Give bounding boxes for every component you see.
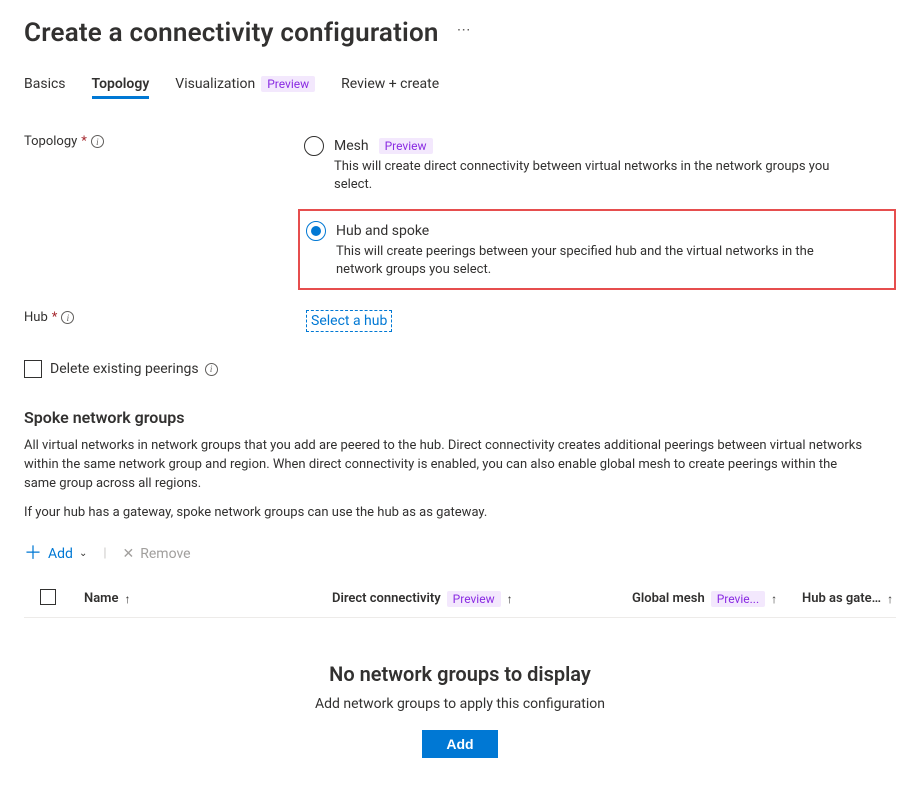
tab-topology[interactable]: Topology <box>92 76 150 98</box>
preview-badge: Preview <box>447 591 501 607</box>
tab-basics[interactable]: Basics <box>24 76 66 98</box>
preview-badge: Preview <box>379 138 433 154</box>
sort-arrow-icon: ↑ <box>507 592 513 606</box>
page-title: Create a connectivity configuration <box>24 18 439 48</box>
preview-badge: Previe... <box>711 591 765 607</box>
sort-arrow-icon: ↑ <box>124 592 130 606</box>
info-icon[interactable]: i <box>91 135 104 148</box>
radio-option-hub-spoke[interactable]: Hub and spoke This will create peerings … <box>298 209 896 290</box>
table-toolbar: ＋ Add ⌄ | ✕ Remove <box>24 545 896 563</box>
sort-arrow-icon: ↑ <box>887 592 893 606</box>
column-dc-label: Direct connectivity <box>332 591 441 606</box>
required-marker: * <box>52 310 58 325</box>
remove-button[interactable]: ✕ Remove <box>123 546 191 562</box>
empty-state-title: No network groups to display <box>24 662 896 686</box>
column-hg-label: Hub as gate… <box>802 591 881 606</box>
required-marker: * <box>81 134 87 149</box>
radio-mesh-label: Mesh <box>334 138 369 154</box>
topology-field-label: Topology * i <box>24 134 304 149</box>
radio-mesh-title: Mesh Preview <box>334 138 433 154</box>
plus-icon: ＋ <box>24 545 42 563</box>
tab-review-create[interactable]: Review + create <box>341 76 439 98</box>
chevron-down-icon: ⌄ <box>79 548 87 559</box>
tab-visualization-label: Visualization <box>175 76 255 92</box>
radio-hub-spoke-label: Hub and spoke <box>336 223 429 239</box>
delete-peerings-text: Delete existing peerings <box>50 361 199 377</box>
column-name-label: Name <box>84 591 118 606</box>
close-icon: ✕ <box>123 546 135 562</box>
topology-radio-group: Mesh Preview This will create direct con… <box>304 134 896 290</box>
tab-visualization[interactable]: Visualization Preview <box>175 76 315 98</box>
add-button[interactable]: ＋ Add ⌄ <box>24 545 87 563</box>
more-actions-button[interactable]: ⋯ <box>457 22 473 44</box>
delete-peerings-checkbox[interactable] <box>24 360 42 378</box>
spoke-section-desc-1: All virtual networks in network groups t… <box>24 437 864 494</box>
column-name[interactable]: Name ↑ <box>84 591 332 606</box>
radio-hub-spoke-description: This will create peerings between your s… <box>336 243 856 278</box>
topology-label-text: Topology <box>24 134 77 149</box>
spoke-section-desc-2: If your hub has a gateway, spoke network… <box>24 504 864 523</box>
radio-hub-spoke[interactable] <box>306 221 326 241</box>
preview-badge: Preview <box>261 76 315 92</box>
info-icon[interactable]: i <box>205 363 218 376</box>
empty-state-subtitle: Add network groups to apply this configu… <box>24 696 896 712</box>
tab-bar: Basics Topology Visualization Preview Re… <box>24 76 896 98</box>
column-global-mesh[interactable]: Global mesh Previe... ↑ <box>632 591 802 607</box>
column-gm-label: Global mesh <box>632 591 705 606</box>
table-header: Name ↑ Direct connectivity Preview ↑ Glo… <box>24 581 896 618</box>
column-hub-as-gateway[interactable]: Hub as gate… ↑ <box>802 591 896 606</box>
radio-mesh[interactable] <box>304 136 324 156</box>
select-all-checkbox[interactable] <box>40 589 56 605</box>
radio-option-mesh[interactable]: Mesh Preview This will create direct con… <box>304 134 896 205</box>
column-direct-connectivity[interactable]: Direct connectivity Preview ↑ <box>332 591 632 607</box>
hub-value: Select a hub <box>304 310 392 332</box>
add-button-label: Add <box>48 546 73 562</box>
toolbar-separator: | <box>103 546 106 561</box>
hub-label-text: Hub <box>24 310 48 325</box>
spoke-section-title: Spoke network groups <box>24 408 896 427</box>
hub-field-label: Hub * i <box>24 310 304 325</box>
select-hub-link[interactable]: Select a hub <box>306 310 392 332</box>
info-icon[interactable]: i <box>61 311 74 324</box>
empty-state: No network groups to display Add network… <box>24 662 896 758</box>
sort-arrow-icon: ↑ <box>771 592 777 606</box>
radio-mesh-description: This will create direct connectivity bet… <box>334 158 854 193</box>
remove-button-label: Remove <box>140 546 190 562</box>
delete-peerings-label: Delete existing peerings i <box>50 361 218 377</box>
empty-add-button[interactable]: Add <box>422 730 497 758</box>
